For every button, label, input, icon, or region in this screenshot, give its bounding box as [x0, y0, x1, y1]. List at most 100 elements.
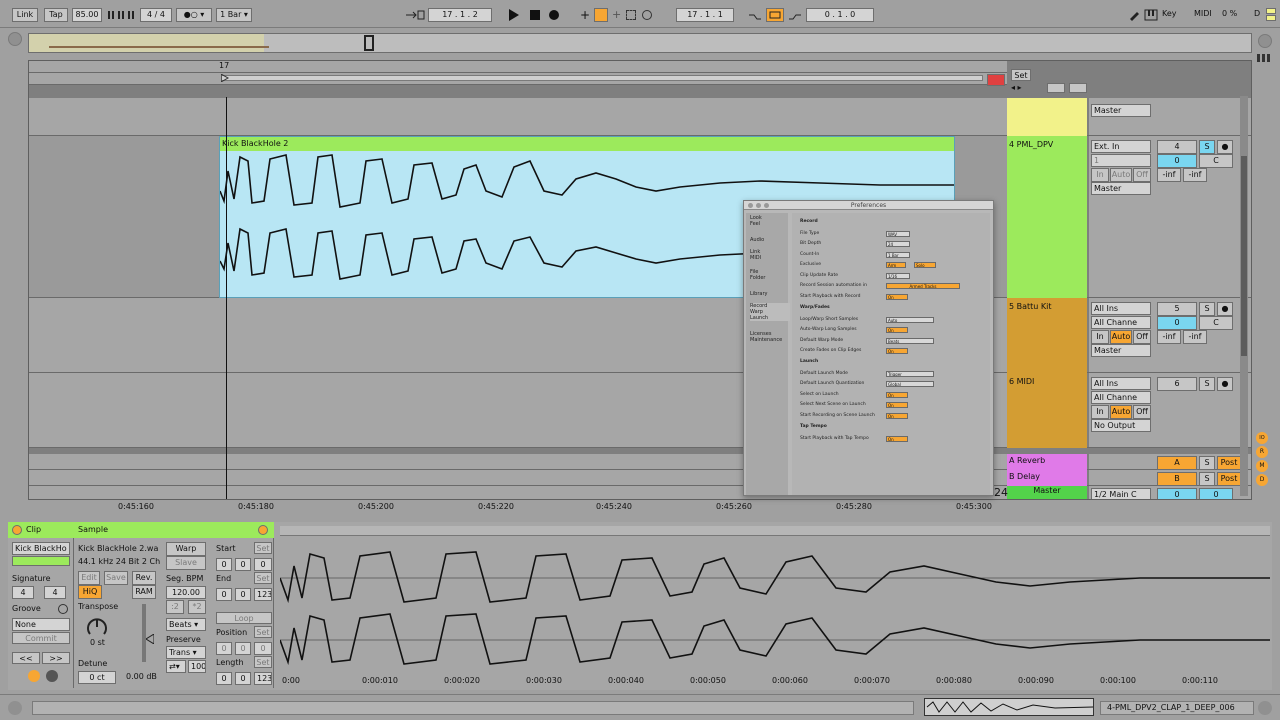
clip-name-field[interactable]: Kick BlackHo [12, 542, 70, 555]
pan-field[interactable]: C [1199, 316, 1233, 330]
loop-button[interactable]: Loop [216, 612, 272, 624]
io-toggle-icon[interactable]: IO [1256, 432, 1268, 444]
transient-envelope-field[interactable]: 100 [188, 660, 206, 673]
input-type-menu[interactable]: Ext. In [1091, 140, 1151, 153]
tempo-field[interactable]: 85.00 [72, 8, 102, 22]
input-channel-menu[interactable]: 1 [1091, 154, 1151, 167]
session-record-icon[interactable] [642, 10, 652, 20]
save-button[interactable]: Save [104, 571, 128, 585]
mixer-section-icon[interactable]: M [1256, 460, 1268, 472]
computer-keyboard-icon[interactable] [1144, 9, 1158, 23]
monitor-off-button[interactable]: Off [1133, 330, 1151, 344]
input-channel-menu[interactable]: All Channe [1091, 391, 1151, 404]
preserve-menu[interactable]: Trans ▾ [166, 646, 206, 659]
tab-licenses-maintenance[interactable]: Licenses Maintenance [750, 331, 790, 343]
start-set-button[interactable]: Set [254, 542, 272, 554]
tab-record-warp-launch[interactable]: Record Warp Launch [750, 303, 790, 321]
solo-button[interactable]: S [1199, 456, 1215, 470]
length-sixteenth[interactable]: 123 [254, 672, 272, 685]
loop-length-field[interactable]: 0 . 1 . 0 [806, 8, 874, 22]
pref-bit-depth[interactable]: 24 [886, 241, 910, 247]
track-title[interactable]: A Reverb [1007, 454, 1087, 470]
pref-select-on-launch[interactable]: On [886, 392, 908, 398]
nudge-back-button[interactable]: << [12, 652, 40, 664]
lock-icon[interactable] [1069, 83, 1087, 93]
record-button[interactable] [548, 9, 560, 23]
input-type-menu[interactable]: All Ins [1091, 377, 1151, 390]
delay-section-icon[interactable]: D [1256, 474, 1268, 486]
pref-record-session-automation[interactable]: Armed Tracks [886, 283, 960, 289]
send-post-button[interactable]: Post [1217, 456, 1241, 470]
clip-tab[interactable]: Clip [8, 522, 74, 538]
track-output-menu[interactable]: Master [1091, 182, 1151, 195]
volume-field[interactable]: 0 [1157, 316, 1197, 330]
arm-button[interactable]: ● [1217, 377, 1233, 391]
loop-brace[interactable] [221, 75, 983, 81]
track-output-menu[interactable]: No Output [1091, 419, 1151, 432]
track-activator[interactable]: 4 [1157, 140, 1197, 154]
hiq-button[interactable]: HiQ [78, 585, 102, 599]
arm-button[interactable]: ● [1217, 140, 1233, 154]
tab-library[interactable]: Library [750, 291, 790, 297]
transient-loop-menu[interactable]: ⇄▾ [166, 660, 186, 673]
end-sixteenth[interactable]: 123 [254, 588, 272, 601]
info-toggle-icon[interactable] [8, 701, 22, 715]
automation-arm-icon[interactable] [594, 8, 608, 22]
double-tempo-button[interactable]: *2 [188, 600, 206, 614]
plus-icon[interactable]: + [580, 8, 590, 22]
track-title[interactable]: 5 Battu Kit [1007, 298, 1087, 373]
monitor-auto-button[interactable]: Auto [1110, 168, 1132, 182]
loop-ruler[interactable] [29, 73, 1007, 85]
key-map-button[interactable]: Key [1162, 9, 1177, 18]
track-output-menu[interactable]: Master [1091, 104, 1151, 117]
time-ruler[interactable]: 0:45:160 0:45:180 0:45:200 0:45:220 0:45… [28, 500, 1006, 514]
input-type-menu[interactable]: All Ins [1091, 302, 1151, 315]
volume-field[interactable]: 0 [1157, 488, 1197, 499]
commit-button[interactable]: Commit [12, 632, 70, 644]
stop-button[interactable] [529, 9, 541, 23]
draw-mode-icon[interactable] [1128, 9, 1140, 23]
fold-icon[interactable] [1047, 83, 1065, 93]
warp-button[interactable]: Warp [166, 542, 206, 556]
solo-button[interactable]: S [1199, 472, 1215, 486]
clip-fold-icon[interactable] [46, 670, 58, 682]
solo-button[interactable]: S [1199, 377, 1215, 391]
sample-editor[interactable]: 0:00 0:00:010 0:00:020 0:00:030 0:00:040… [280, 522, 1270, 688]
clip-sig-num[interactable]: 4 [12, 586, 34, 599]
track-title[interactable]: B Delay [1007, 470, 1087, 486]
monitor-auto-button[interactable]: Auto [1110, 330, 1132, 344]
scroll-thumb[interactable] [1241, 156, 1247, 356]
capture-icon[interactable] [626, 10, 636, 20]
clip-launch-icon[interactable] [28, 670, 40, 682]
clip-color-menu[interactable] [12, 556, 70, 566]
track-activator[interactable]: 6 [1157, 377, 1197, 391]
groove-hotswap-icon[interactable] [58, 604, 68, 614]
pref-loop-warp-short[interactable]: Auto [886, 317, 934, 323]
clip-sig-den[interactable]: 4 [44, 586, 66, 599]
pref-start-playback-record[interactable]: On [886, 294, 908, 300]
half-tempo-button[interactable]: :2 [166, 600, 184, 614]
track-output-menu[interactable]: Master [1091, 344, 1151, 357]
gain-slider[interactable] [142, 604, 146, 662]
pref-count-in[interactable]: 1 Bar [886, 252, 910, 258]
clip-overview-thumbnail[interactable] [924, 698, 1094, 716]
loop-start-flag-icon[interactable] [220, 73, 230, 84]
playhead[interactable] [226, 97, 227, 499]
volume-field[interactable]: 0 [1157, 154, 1197, 168]
beat-ruler[interactable]: 17 [29, 61, 1007, 73]
tab-audio[interactable]: Audio [750, 237, 790, 243]
tab-file-folder[interactable]: File Folder [750, 269, 790, 281]
arrangement-position-field[interactable]: 17 . 1 . 2 [428, 8, 492, 22]
detune-field[interactable]: 0 ct [78, 671, 116, 684]
nudge-icon[interactable] [107, 10, 137, 20]
groove-menu[interactable]: None [12, 618, 70, 631]
set-locator-button[interactable]: Set [1011, 69, 1031, 81]
pref-select-next-scene[interactable]: On [886, 402, 908, 408]
pref-start-recording-scene[interactable]: On [886, 413, 908, 419]
pref-default-launch-quant[interactable]: Global [886, 381, 934, 387]
master-output-menu[interactable]: 1/2 Main C [1091, 488, 1151, 499]
monitor-off-button[interactable]: Off [1133, 405, 1151, 419]
plus-dim-icon[interactable]: + [612, 8, 621, 21]
tab-look-feel[interactable]: Look Feel [750, 215, 790, 227]
midi-map-button[interactable]: MIDI [1194, 9, 1212, 18]
